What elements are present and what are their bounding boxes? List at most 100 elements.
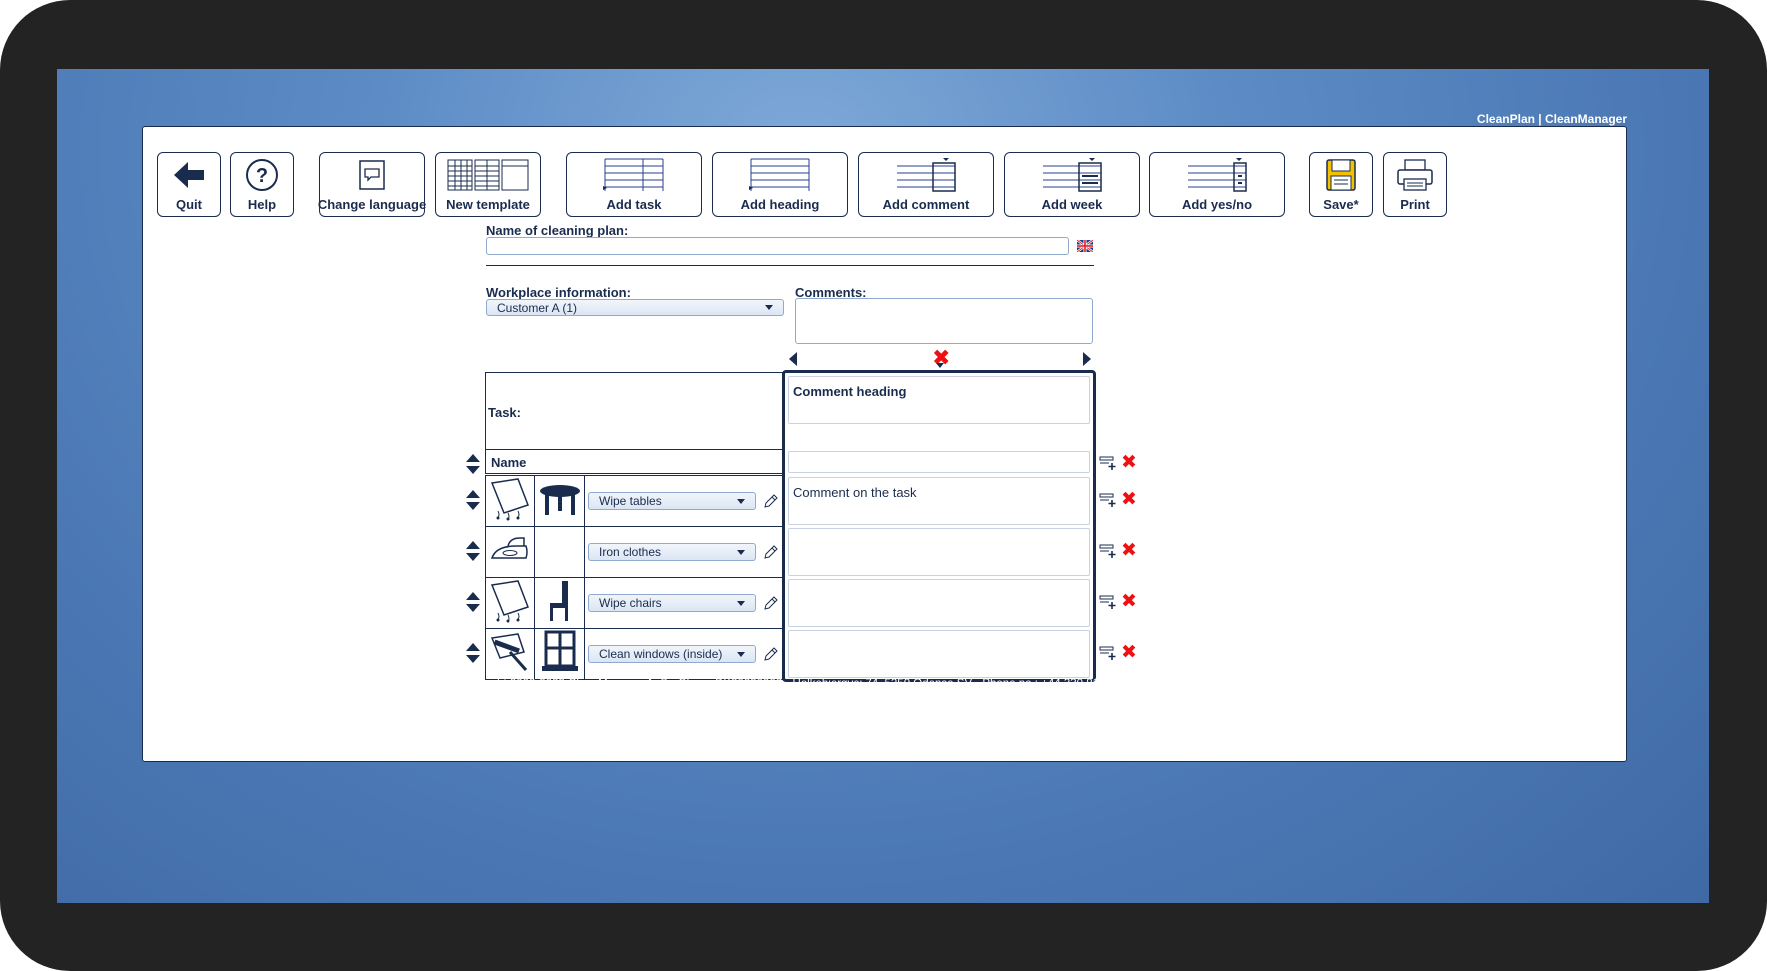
reorder-arrows-icon[interactable] <box>465 489 481 511</box>
insert-row-icon[interactable] <box>1099 492 1117 508</box>
print-label: Print <box>1400 197 1430 212</box>
speech-bubble-icon <box>359 160 385 190</box>
add-task-label: Add task <box>606 197 662 212</box>
add-yes-no-button[interactable]: Add yes/no <box>1149 152 1285 217</box>
plan-name-label: Name of cleaning plan: <box>486 223 629 238</box>
svg-text:?: ? <box>256 165 268 187</box>
insert-row-icon[interactable] <box>1099 455 1117 471</box>
cloth-icon <box>488 477 532 526</box>
editor-panel: Quit ? Help Change language New template… <box>142 126 1627 762</box>
new-template-button[interactable]: New template <box>435 152 541 217</box>
add-task-button[interactable]: Add task <box>566 152 702 217</box>
quit-button[interactable]: Quit <box>157 152 221 217</box>
insert-row-icon[interactable] <box>1099 645 1117 661</box>
help-icon: ? <box>246 159 278 191</box>
reorder-arrows-icon[interactable] <box>465 591 481 613</box>
task-pictogram-cell[interactable] <box>534 577 585 629</box>
add-heading-icon <box>749 158 810 191</box>
uk-flag-icon[interactable] <box>1076 239 1094 253</box>
templates-icon <box>447 159 529 191</box>
app-screen: CleanPlan | CleanManager Quit ? Help Cha… <box>57 69 1709 903</box>
delete-row-icon[interactable]: ✖ <box>1121 541 1137 560</box>
task-select-value: Clean windows (inside) <box>599 647 723 661</box>
delete-row-icon[interactable]: ✖ <box>1121 592 1137 611</box>
reorder-arrows-icon[interactable] <box>465 642 481 664</box>
chevron-down-icon <box>737 549 745 555</box>
delete-row-icon[interactable]: ✖ <box>1121 453 1137 472</box>
add-comment-icon <box>897 158 956 192</box>
task-pictogram-cell[interactable] <box>485 475 535 527</box>
chevron-down-icon <box>737 651 745 657</box>
move-column-right-icon[interactable] <box>1082 352 1092 366</box>
form-divider <box>486 265 1094 266</box>
task-pictogram-cell[interactable] <box>485 628 535 680</box>
task-select[interactable]: Wipe tables <box>588 492 756 510</box>
move-column-left-icon[interactable] <box>788 352 798 366</box>
add-yes-no-label: Add yes/no <box>1181 197 1253 212</box>
brand-title: CleanPlan | CleanManager <box>1476 112 1627 126</box>
save-label: Save* <box>1323 197 1359 212</box>
pencil-edit-icon[interactable] <box>763 493 779 509</box>
workplace-select[interactable]: Customer A (1) <box>486 299 784 316</box>
save-button[interactable]: Save* <box>1309 152 1373 217</box>
window-icon <box>538 630 582 679</box>
add-yes-no-icon <box>1188 158 1247 192</box>
task-header-cell: Task: <box>485 372 783 450</box>
cloth-icon <box>488 579 532 628</box>
task-select[interactable]: Clean windows (inside) <box>588 645 756 663</box>
add-week-icon <box>1043 158 1102 192</box>
add-task-icon <box>603 158 664 191</box>
chair-icon <box>538 579 582 628</box>
pencil-edit-icon[interactable] <box>763 544 779 560</box>
add-week-button[interactable]: Add week <box>1004 152 1140 217</box>
delete-row-icon[interactable]: ✖ <box>1121 490 1137 509</box>
comments-textarea[interactable] <box>795 298 1093 344</box>
footer-copyright: © Copyright 2009-2023 CleanManager ApS -… <box>445 678 1321 690</box>
help-label: Help <box>247 197 277 212</box>
add-heading-label: Add heading <box>740 197 820 212</box>
column-marker-icon <box>936 363 944 368</box>
chevron-down-icon <box>737 600 745 606</box>
add-week-label: Add week <box>1041 197 1103 212</box>
quit-label: Quit <box>176 197 202 212</box>
delete-row-icon[interactable]: ✖ <box>1121 643 1137 662</box>
insert-row-icon[interactable] <box>1099 543 1117 559</box>
chevron-down-icon <box>737 498 745 504</box>
print-button[interactable]: Print <box>1383 152 1447 217</box>
change-language-label: Change language <box>317 197 427 212</box>
task-select-value: Wipe tables <box>599 494 662 508</box>
task-select-value: Iron clothes <box>599 545 662 559</box>
footer-cookies-link[interactable]: Cookies on this webpage <box>57 690 1709 702</box>
help-button[interactable]: ? Help <box>230 152 294 217</box>
plan-name-input[interactable] <box>486 237 1069 255</box>
pencil-edit-icon[interactable] <box>763 595 779 611</box>
task-pictogram-cell[interactable] <box>485 526 535 578</box>
task-pictogram-cell[interactable] <box>485 577 535 629</box>
comment-cell-input[interactable] <box>788 528 1090 576</box>
comment-cell-input[interactable] <box>788 630 1090 678</box>
floppy-disk-icon <box>1326 159 1356 191</box>
pencil-edit-icon[interactable] <box>763 646 779 662</box>
name-header-cell: Name <box>485 449 783 474</box>
name-header-label: Name <box>491 455 527 470</box>
task-pictogram-cell[interactable] <box>534 628 585 680</box>
insert-row-icon[interactable] <box>1099 594 1117 610</box>
reorder-arrows-icon[interactable] <box>465 453 481 475</box>
task-pictogram-cell[interactable] <box>534 526 585 578</box>
comment-heading-input[interactable]: Comment heading <box>788 376 1090 424</box>
reorder-arrows-icon[interactable] <box>465 540 481 562</box>
add-comment-label: Add comment <box>882 197 970 212</box>
task-select[interactable]: Wipe chairs <box>588 594 756 612</box>
comment-cell-input[interactable]: Comment on the task <box>788 477 1090 525</box>
back-arrow-icon <box>174 162 204 188</box>
add-comment-button[interactable]: Add comment <box>858 152 994 217</box>
change-language-button[interactable]: Change language <box>317 152 427 217</box>
task-pictogram-cell[interactable] <box>534 475 585 527</box>
task-select-value: Wipe chairs <box>599 596 662 610</box>
comment-name-header-cell <box>788 451 1090 473</box>
device-frame: CleanPlan | CleanManager Quit ? Help Cha… <box>0 0 1767 971</box>
comment-cell-input[interactable] <box>788 579 1090 627</box>
task-select[interactable]: Iron clothes <box>588 543 756 561</box>
workplace-select-value: Customer A (1) <box>497 300 578 315</box>
add-heading-button[interactable]: Add heading <box>712 152 848 217</box>
